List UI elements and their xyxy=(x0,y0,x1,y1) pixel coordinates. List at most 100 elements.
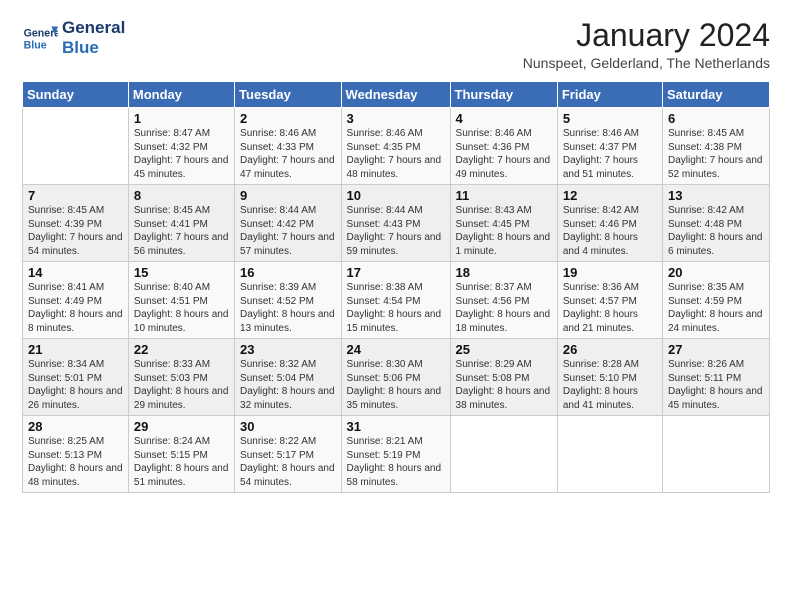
day-detail: Sunrise: 8:46 AM Sunset: 4:35 PM Dayligh… xyxy=(347,127,445,181)
day-cell: 16Sunrise: 8:39 AM Sunset: 4:52 PM Dayli… xyxy=(235,262,341,339)
logo-line2: Blue xyxy=(62,38,125,58)
header-day-tuesday: Tuesday xyxy=(235,82,341,108)
header-day-wednesday: Wednesday xyxy=(341,82,450,108)
day-detail: Sunrise: 8:45 AM Sunset: 4:41 PM Dayligh… xyxy=(134,204,229,258)
day-detail: Sunrise: 8:39 AM Sunset: 4:52 PM Dayligh… xyxy=(240,281,335,335)
day-cell: 24Sunrise: 8:30 AM Sunset: 5:06 PM Dayli… xyxy=(341,339,450,416)
week-row-2: 7Sunrise: 8:45 AM Sunset: 4:39 PM Daylig… xyxy=(23,185,770,262)
day-cell: 23Sunrise: 8:32 AM Sunset: 5:04 PM Dayli… xyxy=(235,339,341,416)
day-detail: Sunrise: 8:45 AM Sunset: 4:38 PM Dayligh… xyxy=(668,127,764,181)
day-number: 21 xyxy=(28,342,123,357)
header-row-days: SundayMondayTuesdayWednesdayThursdayFrid… xyxy=(23,82,770,108)
day-cell: 9Sunrise: 8:44 AM Sunset: 4:42 PM Daylig… xyxy=(235,185,341,262)
day-number: 10 xyxy=(347,188,445,203)
day-number: 20 xyxy=(668,265,764,280)
day-cell: 27Sunrise: 8:26 AM Sunset: 5:11 PM Dayli… xyxy=(662,339,769,416)
day-detail: Sunrise: 8:25 AM Sunset: 5:13 PM Dayligh… xyxy=(28,435,123,489)
day-detail: Sunrise: 8:37 AM Sunset: 4:56 PM Dayligh… xyxy=(456,281,552,335)
week-row-5: 28Sunrise: 8:25 AM Sunset: 5:13 PM Dayli… xyxy=(23,416,770,493)
day-cell: 13Sunrise: 8:42 AM Sunset: 4:48 PM Dayli… xyxy=(662,185,769,262)
day-cell: 15Sunrise: 8:40 AM Sunset: 4:51 PM Dayli… xyxy=(128,262,234,339)
day-detail: Sunrise: 8:42 AM Sunset: 4:46 PM Dayligh… xyxy=(563,204,657,258)
day-detail: Sunrise: 8:29 AM Sunset: 5:08 PM Dayligh… xyxy=(456,358,552,412)
day-number: 2 xyxy=(240,111,335,126)
day-cell: 28Sunrise: 8:25 AM Sunset: 5:13 PM Dayli… xyxy=(23,416,129,493)
day-detail: Sunrise: 8:44 AM Sunset: 4:43 PM Dayligh… xyxy=(347,204,445,258)
header-day-friday: Friday xyxy=(557,82,662,108)
day-detail: Sunrise: 8:26 AM Sunset: 5:11 PM Dayligh… xyxy=(668,358,764,412)
day-detail: Sunrise: 8:41 AM Sunset: 4:49 PM Dayligh… xyxy=(28,281,123,335)
subtitle: Nunspeet, Gelderland, The Netherlands xyxy=(523,55,770,71)
header-day-sunday: Sunday xyxy=(23,82,129,108)
day-number: 1 xyxy=(134,111,229,126)
day-cell: 4Sunrise: 8:46 AM Sunset: 4:36 PM Daylig… xyxy=(450,108,557,185)
day-number: 22 xyxy=(134,342,229,357)
svg-text:Blue: Blue xyxy=(24,39,47,51)
day-detail: Sunrise: 8:24 AM Sunset: 5:15 PM Dayligh… xyxy=(134,435,229,489)
day-cell: 29Sunrise: 8:24 AM Sunset: 5:15 PM Dayli… xyxy=(128,416,234,493)
day-detail: Sunrise: 8:40 AM Sunset: 4:51 PM Dayligh… xyxy=(134,281,229,335)
week-row-3: 14Sunrise: 8:41 AM Sunset: 4:49 PM Dayli… xyxy=(23,262,770,339)
day-detail: Sunrise: 8:34 AM Sunset: 5:01 PM Dayligh… xyxy=(28,358,123,412)
day-number: 16 xyxy=(240,265,335,280)
day-number: 12 xyxy=(563,188,657,203)
title-block: January 2024 Nunspeet, Gelderland, The N… xyxy=(523,18,770,71)
day-number: 25 xyxy=(456,342,552,357)
day-cell: 21Sunrise: 8:34 AM Sunset: 5:01 PM Dayli… xyxy=(23,339,129,416)
day-number: 28 xyxy=(28,419,123,434)
day-cell: 3Sunrise: 8:46 AM Sunset: 4:35 PM Daylig… xyxy=(341,108,450,185)
day-detail: Sunrise: 8:35 AM Sunset: 4:59 PM Dayligh… xyxy=(668,281,764,335)
day-number: 4 xyxy=(456,111,552,126)
day-detail: Sunrise: 8:38 AM Sunset: 4:54 PM Dayligh… xyxy=(347,281,445,335)
day-cell: 5Sunrise: 8:46 AM Sunset: 4:37 PM Daylig… xyxy=(557,108,662,185)
day-number: 31 xyxy=(347,419,445,434)
day-detail: Sunrise: 8:42 AM Sunset: 4:48 PM Dayligh… xyxy=(668,204,764,258)
header-day-thursday: Thursday xyxy=(450,82,557,108)
day-detail: Sunrise: 8:22 AM Sunset: 5:17 PM Dayligh… xyxy=(240,435,335,489)
page: General Blue General Blue January 2024 N… xyxy=(0,0,792,612)
calendar-header: SundayMondayTuesdayWednesdayThursdayFrid… xyxy=(23,82,770,108)
day-detail: Sunrise: 8:36 AM Sunset: 4:57 PM Dayligh… xyxy=(563,281,657,335)
logo: General Blue General Blue xyxy=(22,18,125,57)
day-number: 19 xyxy=(563,265,657,280)
day-cell: 19Sunrise: 8:36 AM Sunset: 4:57 PM Dayli… xyxy=(557,262,662,339)
day-detail: Sunrise: 8:21 AM Sunset: 5:19 PM Dayligh… xyxy=(347,435,445,489)
day-number: 11 xyxy=(456,188,552,203)
day-number: 6 xyxy=(668,111,764,126)
day-number: 24 xyxy=(347,342,445,357)
header-row: General Blue General Blue January 2024 N… xyxy=(22,18,770,71)
day-cell: 22Sunrise: 8:33 AM Sunset: 5:03 PM Dayli… xyxy=(128,339,234,416)
day-cell: 8Sunrise: 8:45 AM Sunset: 4:41 PM Daylig… xyxy=(128,185,234,262)
day-cell: 26Sunrise: 8:28 AM Sunset: 5:10 PM Dayli… xyxy=(557,339,662,416)
day-number: 14 xyxy=(28,265,123,280)
day-cell: 30Sunrise: 8:22 AM Sunset: 5:17 PM Dayli… xyxy=(235,416,341,493)
day-cell: 12Sunrise: 8:42 AM Sunset: 4:46 PM Dayli… xyxy=(557,185,662,262)
day-detail: Sunrise: 8:44 AM Sunset: 4:42 PM Dayligh… xyxy=(240,204,335,258)
day-cell: 14Sunrise: 8:41 AM Sunset: 4:49 PM Dayli… xyxy=(23,262,129,339)
day-cell xyxy=(662,416,769,493)
day-cell: 17Sunrise: 8:38 AM Sunset: 4:54 PM Dayli… xyxy=(341,262,450,339)
day-cell xyxy=(450,416,557,493)
day-number: 5 xyxy=(563,111,657,126)
day-number: 7 xyxy=(28,188,123,203)
day-detail: Sunrise: 8:45 AM Sunset: 4:39 PM Dayligh… xyxy=(28,204,123,258)
day-number: 29 xyxy=(134,419,229,434)
header-day-saturday: Saturday xyxy=(662,82,769,108)
day-detail: Sunrise: 8:28 AM Sunset: 5:10 PM Dayligh… xyxy=(563,358,657,412)
day-cell: 11Sunrise: 8:43 AM Sunset: 4:45 PM Dayli… xyxy=(450,185,557,262)
day-detail: Sunrise: 8:30 AM Sunset: 5:06 PM Dayligh… xyxy=(347,358,445,412)
day-number: 23 xyxy=(240,342,335,357)
day-cell: 20Sunrise: 8:35 AM Sunset: 4:59 PM Dayli… xyxy=(662,262,769,339)
day-number: 3 xyxy=(347,111,445,126)
day-number: 15 xyxy=(134,265,229,280)
day-number: 8 xyxy=(134,188,229,203)
day-detail: Sunrise: 8:33 AM Sunset: 5:03 PM Dayligh… xyxy=(134,358,229,412)
calendar-body: 1Sunrise: 8:47 AM Sunset: 4:32 PM Daylig… xyxy=(23,108,770,493)
logo-icon: General Blue xyxy=(22,20,58,56)
day-number: 26 xyxy=(563,342,657,357)
day-cell: 10Sunrise: 8:44 AM Sunset: 4:43 PM Dayli… xyxy=(341,185,450,262)
day-cell: 25Sunrise: 8:29 AM Sunset: 5:08 PM Dayli… xyxy=(450,339,557,416)
header-day-monday: Monday xyxy=(128,82,234,108)
day-number: 13 xyxy=(668,188,764,203)
day-number: 30 xyxy=(240,419,335,434)
